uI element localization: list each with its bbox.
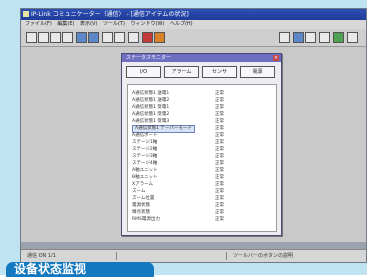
warning-icon[interactable] [154, 32, 165, 43]
close-icon[interactable]: × [273, 55, 279, 61]
status-divider [226, 252, 227, 260]
status-connection: 通信 ON 1/1 [27, 253, 56, 259]
window-titlebar: IP-Link コミュニケーター（通信） - [通信アイテムの状況] [21, 9, 366, 20]
list-item[interactable]: A通信状態1 送電2 正常 [132, 98, 272, 104]
device-icon[interactable] [305, 32, 316, 43]
window-title: IP-Link コミュニケーター（通信） - [通信アイテムの状況] [31, 11, 189, 18]
help-icon[interactable] [128, 32, 139, 43]
list-item[interactable]: RMS電源出力 正常 [132, 217, 272, 223]
list-item[interactable]: ステージ1軸 正常 [132, 140, 272, 146]
tab-alarm[interactable]: アラーム [164, 66, 199, 78]
dialog-tabs: I/O アラーム センサ 電源 [126, 66, 278, 79]
app-icon [23, 11, 29, 17]
list-item[interactable]: ステージ4軸 正常 [132, 161, 272, 167]
list-item[interactable]: ズーム位置 正常 [132, 196, 272, 202]
menu-edit[interactable]: 編集(E) [57, 21, 74, 27]
print-icon[interactable] [62, 32, 73, 43]
status-divider [116, 252, 117, 260]
menu-tools[interactable]: ツール(T) [103, 21, 125, 27]
status-hint: ツールバーのボタンの説明 [233, 253, 294, 259]
menu-help[interactable]: ヘルプ(H) [170, 21, 193, 27]
application-window: IP-Link コミュニケーター（通信） - [通信アイテムの状況] ファイル(… [20, 8, 367, 263]
dialog-titlebar: ステータスモニター × [122, 54, 281, 62]
menu-bar: ファイル(F) 編集(E) 表示(V) ツール(T) ウィンドウ(W) ヘルプ(… [21, 20, 366, 29]
open-icon[interactable] [38, 32, 49, 43]
monitor-icon[interactable] [76, 32, 87, 43]
connect-icon[interactable] [88, 32, 99, 43]
status-icon[interactable] [333, 32, 344, 43]
menu-file[interactable]: ファイル(F) [25, 21, 52, 27]
new-icon[interactable] [26, 32, 37, 43]
copy-icon[interactable] [102, 32, 113, 43]
tab-power[interactable]: 電源 [240, 66, 275, 78]
exit-icon[interactable] [347, 32, 358, 43]
toolbar [21, 29, 366, 47]
list-item[interactable]: ステージ3軸 正常 [132, 154, 272, 160]
status-list: A通信状態1 送電1 正常 A通信状態1 送電2 正常 A通信状態1 受電1 正… [127, 84, 277, 232]
status-monitor-dialog: ステータスモニター × I/O アラーム センサ 電源 A通信状態1 送電1 正… [121, 53, 282, 236]
list-item[interactable]: ステージ2軸 正常 [132, 147, 272, 153]
list-item[interactable]: ズーム 正常 [132, 189, 272, 195]
tab-io[interactable]: I/O [126, 66, 161, 78]
list-item[interactable]: A通信状態1 受電2 正常 [132, 112, 272, 118]
list-item[interactable]: B軸ユニット 正常 [132, 175, 272, 181]
paste-icon[interactable] [114, 32, 125, 43]
list-item[interactable]: A通信状態1 送電1 正常 [132, 91, 272, 97]
menu-window[interactable]: ウィンドウ(W) [131, 21, 165, 27]
list-item[interactable]: 電源状態 正常 [132, 203, 272, 209]
list-item[interactable]: Xアラーム 正常 [132, 182, 272, 188]
list-item[interactable]: A通信状態1 受電1 正常 [132, 105, 272, 111]
list-item[interactable]: A通信ポート 正常 [132, 133, 272, 139]
status-bar: 通信 ON 1/1 ツールバーのボタンの説明 [21, 249, 366, 262]
list-item[interactable]: A軸ユニット 正常 [132, 168, 272, 174]
list-item[interactable]: 輝点状態 正常 [132, 210, 272, 216]
list-item-selected[interactable]: A通信状態1 テーパーモード 正常 [132, 125, 272, 133]
display-icon[interactable] [293, 32, 304, 43]
tab-sensor[interactable]: センサ [202, 66, 237, 78]
menu-view[interactable]: 表示(V) [80, 21, 97, 27]
grid-icon[interactable] [279, 32, 290, 43]
dialog-title: ステータスモニター [126, 55, 172, 61]
settings-icon[interactable] [319, 32, 330, 43]
save-icon[interactable] [50, 32, 61, 43]
background-frame: IP-Link コミュニケーター（通信） - [通信アイテムの状況] ファイル(… [0, 0, 367, 277]
stop-icon[interactable] [142, 32, 153, 43]
